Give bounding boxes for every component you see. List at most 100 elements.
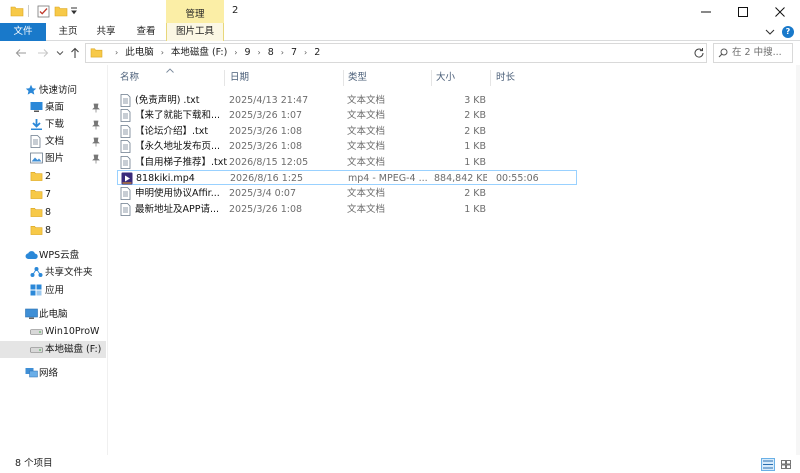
file-row-selected[interactable]: 818kiki.mp4 2026/8/16 1:25 mp4 - MPEG-4 … (117, 170, 577, 185)
refresh-icon[interactable] (693, 47, 705, 59)
status-bar: 8 个项目 (0, 455, 800, 473)
manage-tab-label[interactable]: 管理 (166, 6, 224, 20)
file-type: 文本文档 (347, 157, 386, 168)
chevron-right-icon[interactable]: › (297, 44, 314, 62)
computer-icon (25, 308, 38, 321)
nav-this-pc-label: 此电脑 (39, 309, 68, 320)
desktop-icon (30, 101, 43, 114)
nav-item-documents[interactable]: 文档 (0, 133, 106, 150)
column-separator[interactable] (224, 70, 225, 86)
large-icons-view-button[interactable] (779, 458, 793, 471)
pane-divider[interactable] (107, 65, 108, 455)
up-button[interactable] (68, 46, 82, 60)
recent-locations-icon[interactable] (56, 46, 64, 60)
maximize-button[interactable] (724, 0, 761, 23)
nav-item-downloads[interactable]: 下载 (0, 116, 106, 133)
search-icon (718, 48, 728, 61)
item-count: 8 个项目 (15, 458, 53, 469)
nav-item-label: 桌面 (45, 102, 65, 113)
file-name: 【永久地址发布页... (135, 141, 221, 152)
nav-drive-win10[interactable]: Win10ProW X (0, 323, 106, 354)
file-name: 申明使用协议Affir... (135, 188, 220, 199)
pin-icon[interactable] (92, 153, 100, 164)
details-view-button[interactable] (761, 458, 775, 471)
pin-icon[interactable] (92, 119, 100, 130)
column-header-date[interactable]: 日期 (230, 71, 249, 85)
nav-this-pc[interactable]: 此电脑 (0, 306, 106, 323)
column-header-name[interactable]: 名称 (120, 71, 139, 85)
file-row[interactable]: 【自用梯子推荐】.txt 2026/8/15 12:05 文本文档 1 KB (117, 155, 577, 170)
pin-icon[interactable] (92, 136, 100, 147)
breadcrumb-this-pc[interactable]: 此电脑 (125, 44, 154, 62)
cloud-icon (25, 249, 38, 262)
help-icon[interactable]: ? (782, 26, 794, 38)
file-type: 文本文档 (347, 126, 386, 137)
nav-item-desktop[interactable]: 桌面 (0, 99, 106, 116)
tab-view[interactable]: 查看 (132, 23, 160, 41)
breadcrumb-2[interactable]: 2 (314, 44, 320, 62)
nav-wps-cloud[interactable]: WPS云盘 (0, 247, 106, 264)
file-size: 2 KB (464, 188, 486, 199)
chevron-right-icon[interactable]: › (251, 44, 268, 62)
column-header-duration[interactable]: 时长 (496, 71, 515, 85)
nav-network[interactable]: 网络 (0, 365, 106, 382)
nav-wps-apps[interactable]: 应用 (0, 282, 106, 299)
forward-button[interactable] (36, 46, 50, 60)
nav-item-label: 下载 (45, 119, 65, 130)
column-header-size[interactable]: 大小 (436, 71, 455, 85)
column-separator[interactable] (343, 70, 344, 86)
customize-quick-access-icon[interactable] (70, 4, 78, 18)
pin-icon[interactable] (92, 102, 100, 113)
column-header-type[interactable]: 类型 (348, 71, 367, 85)
tab-share[interactable]: 共享 (92, 23, 120, 41)
column-separator[interactable] (490, 70, 491, 86)
close-button[interactable] (761, 0, 798, 23)
chevron-right-icon[interactable]: › (274, 44, 291, 62)
column-separator[interactable] (431, 70, 432, 86)
search-box[interactable]: 在 2 中搜... (713, 43, 793, 63)
file-row[interactable]: 最新地址及APP请... 2025/3/26 1:08 文本文档 1 KB (117, 202, 577, 217)
nav-item-folder-8[interactable]: 8 (0, 204, 106, 221)
file-date: 2025/4/13 21:47 (229, 95, 309, 106)
tab-picture-tools[interactable]: 图片工具 (166, 23, 224, 41)
properties-icon[interactable] (36, 4, 50, 18)
file-date: 2026/8/15 12:05 (229, 157, 309, 168)
back-button[interactable] (14, 46, 28, 60)
nav-item-label: 应用 (45, 285, 65, 296)
nav-drive-f[interactable]: 本地磁盘 (F:) (0, 341, 106, 358)
nav-item-label: 8 (45, 207, 52, 218)
tab-file[interactable]: 文件 (0, 23, 46, 41)
nav-quick-access[interactable]: 快速访问 (0, 82, 106, 99)
minimize-button[interactable] (687, 0, 724, 23)
nav-item-label: 文档 (45, 136, 65, 147)
nav-item-folder-2[interactable]: 2 (0, 168, 106, 185)
star-icon (25, 84, 38, 97)
address-bar[interactable]: › 此电脑 › 本地磁盘 (F:) › 9 › 8 › 7 › 2 (85, 43, 767, 63)
tab-home[interactable]: 主页 (54, 23, 82, 41)
file-row[interactable]: 【来了就能下载和... 2025/3/26 1:07 文本文档 2 KB (117, 108, 577, 123)
file-row[interactable]: 【永久地址发布页... 2025/3/26 1:08 文本文档 1 KB (117, 139, 577, 154)
file-row[interactable]: (免责声明) .txt 2025/4/13 21:47 文本文档 3 KB (117, 93, 577, 108)
file-date: 2025/3/26 1:08 (229, 126, 303, 137)
chevron-right-icon[interactable]: › (108, 44, 125, 62)
nav-item-folder-8b[interactable]: 8 (0, 222, 106, 239)
new-folder-icon[interactable] (54, 4, 68, 18)
file-size: 1 KB (464, 141, 486, 152)
file-row[interactable]: 【论坛介绍】.txt 2025/3/26 1:08 文本文档 2 KB (117, 124, 577, 139)
nav-item-pictures[interactable]: 图片 (0, 150, 106, 167)
nav-wps-shared-folder[interactable]: 共享文件夹 (0, 264, 106, 281)
breadcrumb-drive-f[interactable]: 本地磁盘 (F:) (171, 44, 227, 62)
expand-ribbon-icon[interactable] (764, 27, 776, 37)
chevron-right-icon[interactable]: › (227, 44, 244, 62)
nav-item-folder-7[interactable]: 7 (0, 186, 106, 203)
navigation-bar: › 此电脑 › 本地磁盘 (F:) › 9 › 8 › 7 › 2 在 2 中搜… (0, 41, 800, 65)
file-type: 文本文档 (347, 204, 386, 215)
file-size: 1 KB (464, 204, 486, 215)
ribbon-tabs: 文件 主页 共享 查看 图片工具 ? (0, 23, 800, 41)
nav-item-label: 共享文件夹 (45, 267, 93, 278)
file-duration (495, 202, 575, 217)
chevron-right-icon[interactable]: › (154, 44, 171, 62)
file-name: 【来了就能下载和... (135, 110, 221, 121)
file-row[interactable]: 申明使用协议Affir... 2025/3/4 0:07 文本文档 2 KB (117, 186, 577, 201)
file-duration (495, 124, 575, 139)
